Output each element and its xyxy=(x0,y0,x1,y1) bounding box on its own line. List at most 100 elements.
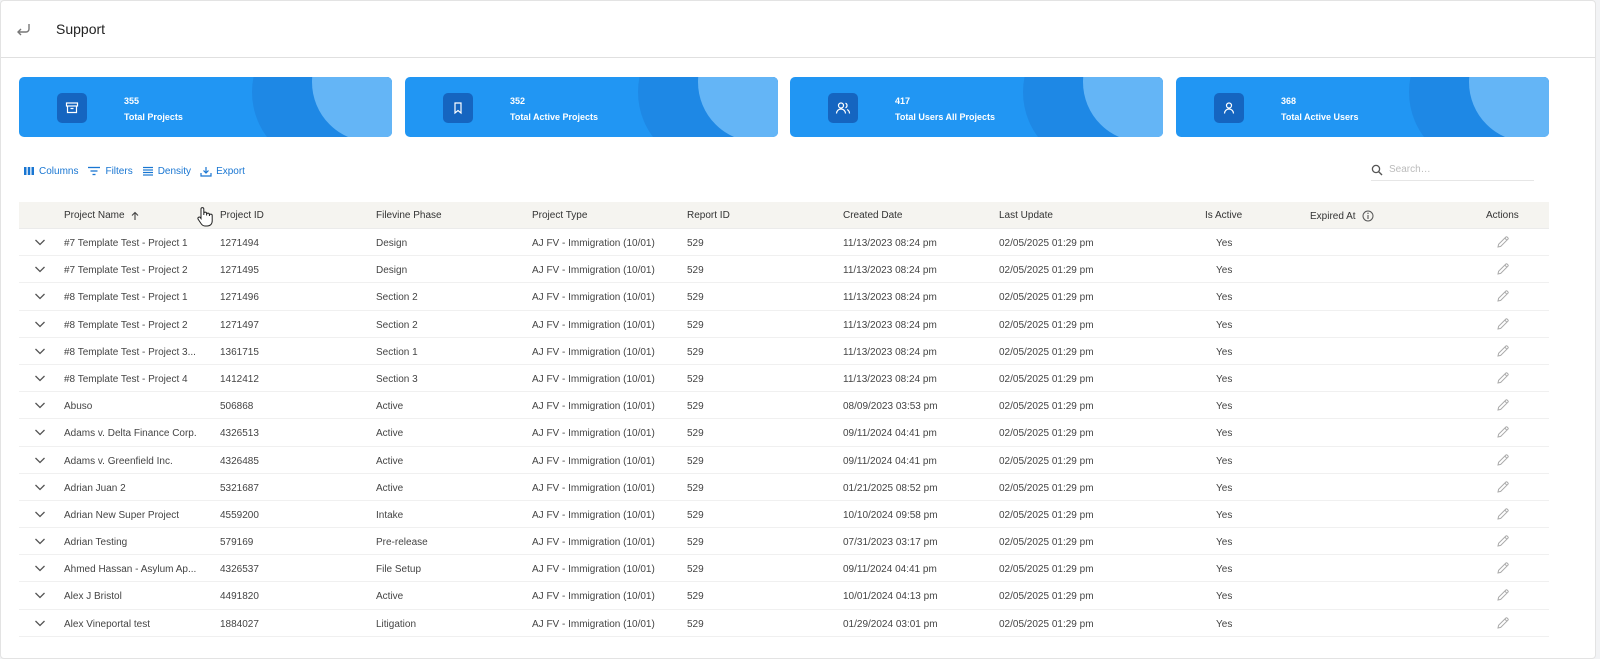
table-row[interactable]: Adams v. Delta Finance Corp. 4326513 Activ… xyxy=(19,419,1549,447)
projects-table: Project Name Project ID Filevine Phase P… xyxy=(19,202,1549,637)
cell-filevine-phase: Section 1 xyxy=(376,346,418,358)
table-header: Project Name Project ID Filevine Phase P… xyxy=(19,202,1549,229)
cell-project-type: AJ FV - Immigration (10/01) xyxy=(532,591,655,603)
cell-report-id: 529 xyxy=(687,373,704,385)
table-row[interactable]: Abuso 506868 Active AJ FV - Immigration (10… xyxy=(19,392,1549,420)
edit-pencil-icon[interactable] xyxy=(1496,425,1510,439)
column-header-project-name[interactable]: Project Name xyxy=(64,210,140,221)
edit-pencil-icon[interactable] xyxy=(1496,534,1510,548)
stat-value: 368 xyxy=(1281,96,1297,106)
edit-pencil-icon[interactable] xyxy=(1496,371,1510,385)
stat-card-total-projects: 355 Total Projects xyxy=(19,77,392,137)
cell-project-id: 4559200 xyxy=(220,509,259,521)
column-header-project-id[interactable]: Project ID xyxy=(220,210,264,221)
cell-last-update: 02/05/2025 01:29 pm xyxy=(999,482,1094,494)
edit-pencil-icon[interactable] xyxy=(1496,507,1510,521)
cell-filevine-phase: Litigation xyxy=(376,618,417,630)
search-icon xyxy=(1371,164,1383,175)
table-row[interactable]: #8 Template Test - Project 2 1271497 Secti… xyxy=(19,311,1549,338)
table-row[interactable]: #8 Template Test - Project 1 1271496 Secti… xyxy=(19,283,1549,311)
export-button[interactable]: Export xyxy=(200,166,245,177)
chevron-down-icon[interactable] xyxy=(33,507,47,521)
table-row[interactable]: Ahmed Hassan - Asylum Ap... 4326537 File S… xyxy=(19,555,1549,583)
column-header-is-active[interactable]: Is Active xyxy=(1205,210,1242,221)
chevron-down-icon[interactable] xyxy=(33,588,47,602)
cell-filevine-phase: File Setup xyxy=(376,564,422,576)
column-header-report-id[interactable]: Report ID xyxy=(687,210,730,221)
cell-is-active: Yes xyxy=(1216,564,1233,576)
table-row[interactable]: #7 Template Test - Project 1 1271494 Desig… xyxy=(19,229,1549,257)
cell-report-id: 529 xyxy=(687,238,704,249)
chevron-down-icon[interactable] xyxy=(33,534,47,548)
cell-is-active: Yes xyxy=(1216,292,1233,304)
table-row[interactable]: Adrian New Super Project 4559200 Intake AJ … xyxy=(19,501,1549,529)
column-header-expired-at[interactable]: Expired At xyxy=(1310,210,1374,222)
chevron-down-icon[interactable] xyxy=(33,317,47,331)
cell-is-active: Yes xyxy=(1216,482,1233,494)
table-row[interactable]: #8 Template Test - Project 4 1412412 Secti… xyxy=(19,365,1549,393)
table-row[interactable]: Adrian Juan 2 5321687 Active AJ FV - Immigr… xyxy=(19,474,1549,501)
density-icon xyxy=(142,166,153,176)
cell-created-date: 11/13/2023 08:24 pm xyxy=(843,265,937,277)
cell-report-id: 529 xyxy=(687,401,704,413)
cell-project-name: Abuso xyxy=(64,401,93,413)
table-row[interactable]: Alex J Bristol 4491820 Active AJ FV - Immig… xyxy=(19,582,1549,610)
column-header-project-type[interactable]: Project Type xyxy=(532,210,587,221)
cell-is-active: Yes xyxy=(1216,319,1233,331)
cell-filevine-phase: Intake xyxy=(376,509,404,521)
edit-pencil-icon[interactable] xyxy=(1496,561,1510,575)
cell-created-date: 09/11/2024 04:41 pm xyxy=(843,428,937,440)
chevron-down-icon[interactable] xyxy=(33,425,47,439)
table-row[interactable]: Alex Vineportal test 1884027 Litigation AJ … xyxy=(19,610,1549,637)
edit-pencil-icon[interactable] xyxy=(1496,616,1510,630)
cell-filevine-phase: Active xyxy=(376,482,404,494)
filters-button[interactable]: Filters xyxy=(87,166,133,177)
density-button[interactable]: Density xyxy=(142,166,191,177)
stat-card-total-users: 417 Total Users All Projects xyxy=(790,77,1163,137)
cell-report-id: 529 xyxy=(687,292,704,304)
chevron-down-icon[interactable] xyxy=(33,480,47,494)
edit-pencil-icon[interactable] xyxy=(1496,317,1510,331)
columns-button[interactable]: Columns xyxy=(23,166,78,177)
edit-pencil-icon[interactable] xyxy=(1496,289,1510,303)
chevron-down-icon[interactable] xyxy=(33,235,47,249)
density-label: Density xyxy=(157,165,192,177)
back-arrow-icon[interactable] xyxy=(14,20,34,40)
cell-is-active: Yes xyxy=(1216,509,1233,521)
edit-pencil-icon[interactable] xyxy=(1496,344,1510,358)
table-row[interactable]: Adrian Testing 579169 Pre-release AJ FV - I… xyxy=(19,528,1549,556)
chevron-down-icon[interactable] xyxy=(33,616,47,630)
column-header-filevine-phase[interactable]: Filevine Phase xyxy=(376,210,442,221)
cell-created-date: 09/11/2024 04:41 pm xyxy=(843,564,937,576)
sort-ascending-icon[interactable] xyxy=(130,211,140,221)
edit-pencil-icon[interactable] xyxy=(1496,262,1510,276)
chevron-down-icon[interactable] xyxy=(33,289,47,303)
stats-cards: 355 Total Projects 352 Total Active Proj… xyxy=(19,77,1581,137)
table-row[interactable]: #7 Template Test - Project 2 1271495 Desig… xyxy=(19,256,1549,284)
search-input[interactable] xyxy=(1389,164,1529,175)
chevron-down-icon[interactable] xyxy=(33,262,47,276)
chevron-down-icon[interactable] xyxy=(33,344,47,358)
cell-project-type: AJ FV - Immigration (10/01) xyxy=(532,319,655,331)
edit-pencil-icon[interactable] xyxy=(1496,588,1510,602)
cell-last-update: 02/05/2025 01:29 pm xyxy=(999,428,1094,440)
info-icon[interactable] xyxy=(1362,210,1374,222)
cell-created-date: 11/13/2023 08:24 pm xyxy=(843,346,937,358)
chevron-down-icon[interactable] xyxy=(33,561,47,575)
edit-pencil-icon[interactable] xyxy=(1496,398,1510,412)
chevron-down-icon[interactable] xyxy=(33,453,47,467)
table-row[interactable]: #8 Template Test - Project 3... 1361715 Se… xyxy=(19,338,1549,365)
edit-pencil-icon[interactable] xyxy=(1496,235,1510,249)
cell-project-name: Adams v. Delta Finance Corp. xyxy=(64,428,197,440)
edit-pencil-icon[interactable] xyxy=(1496,453,1510,467)
user-icon xyxy=(1214,93,1244,123)
chevron-down-icon[interactable] xyxy=(33,371,47,385)
column-header-last-update[interactable]: Last Update xyxy=(999,210,1053,221)
stat-label: Total Projects xyxy=(124,112,183,122)
stat-label: Total Users All Projects xyxy=(895,112,996,122)
chevron-down-icon[interactable] xyxy=(33,398,47,412)
edit-pencil-icon[interactable] xyxy=(1496,480,1510,494)
table-row[interactable]: Adams v. Greenfield Inc. 4326485 Active AJ … xyxy=(19,447,1549,474)
cell-last-update: 02/05/2025 01:29 pm xyxy=(999,591,1094,603)
column-header-created-date[interactable]: Created Date xyxy=(843,210,902,221)
